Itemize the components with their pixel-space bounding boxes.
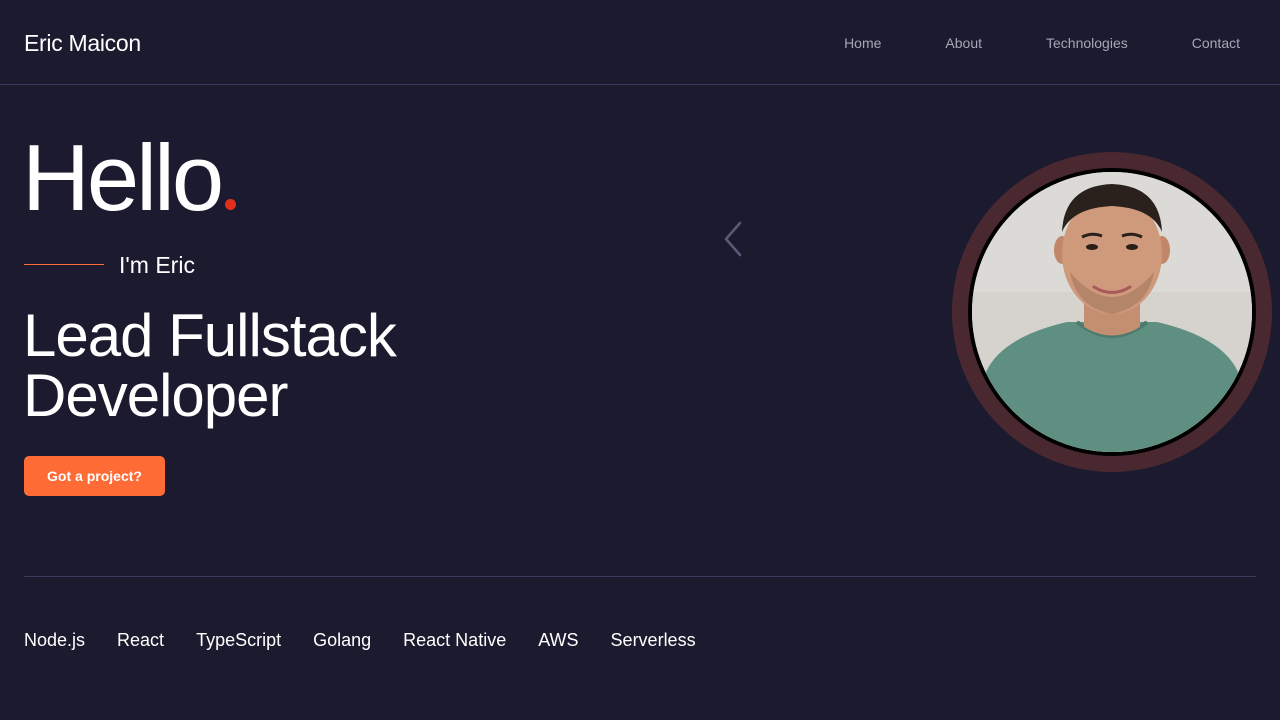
hero-greeting-text: Hello [22,125,224,230]
main-nav: Home About Technologies Contact [780,33,1240,53]
tech-item: React Native [403,630,507,650]
hero-role-line-1: Lead Fullstack [23,302,397,369]
hero-intro: I'm Eric [119,252,195,278]
section-divider [24,576,1256,577]
hero-role-line-2: Developer [23,362,289,429]
chevron-left-icon[interactable] [720,220,748,258]
got-a-project-button[interactable]: Got a project? [24,456,165,496]
profile-photo-frame [952,152,1272,472]
tech-item: Golang [313,630,372,650]
technologies-list: Node.js React TypeScript Golang React Na… [24,628,728,652]
profile-photo [968,168,1256,456]
tech-item: Serverless [610,630,696,650]
hero-greeting: Hello [22,125,237,230]
nav-link-about[interactable]: About [945,33,982,53]
nav-link-home[interactable]: Home [844,33,881,53]
nav-link-contact[interactable]: Contact [1192,33,1240,53]
nav-link-technologies[interactable]: Technologies [1046,33,1128,53]
brand-logo-text[interactable]: Eric Maicon [24,28,141,58]
tech-item: AWS [538,630,579,650]
hero-role: Lead Fullstack Developer [23,306,483,426]
intro-accent-line [24,264,104,265]
greeting-dot-icon [225,199,237,210]
tech-item: Node.js [24,630,86,650]
site-header: Eric Maicon Home About Technologies Cont… [0,0,1280,85]
tech-item: React [117,630,165,650]
tech-item: TypeScript [196,630,282,650]
